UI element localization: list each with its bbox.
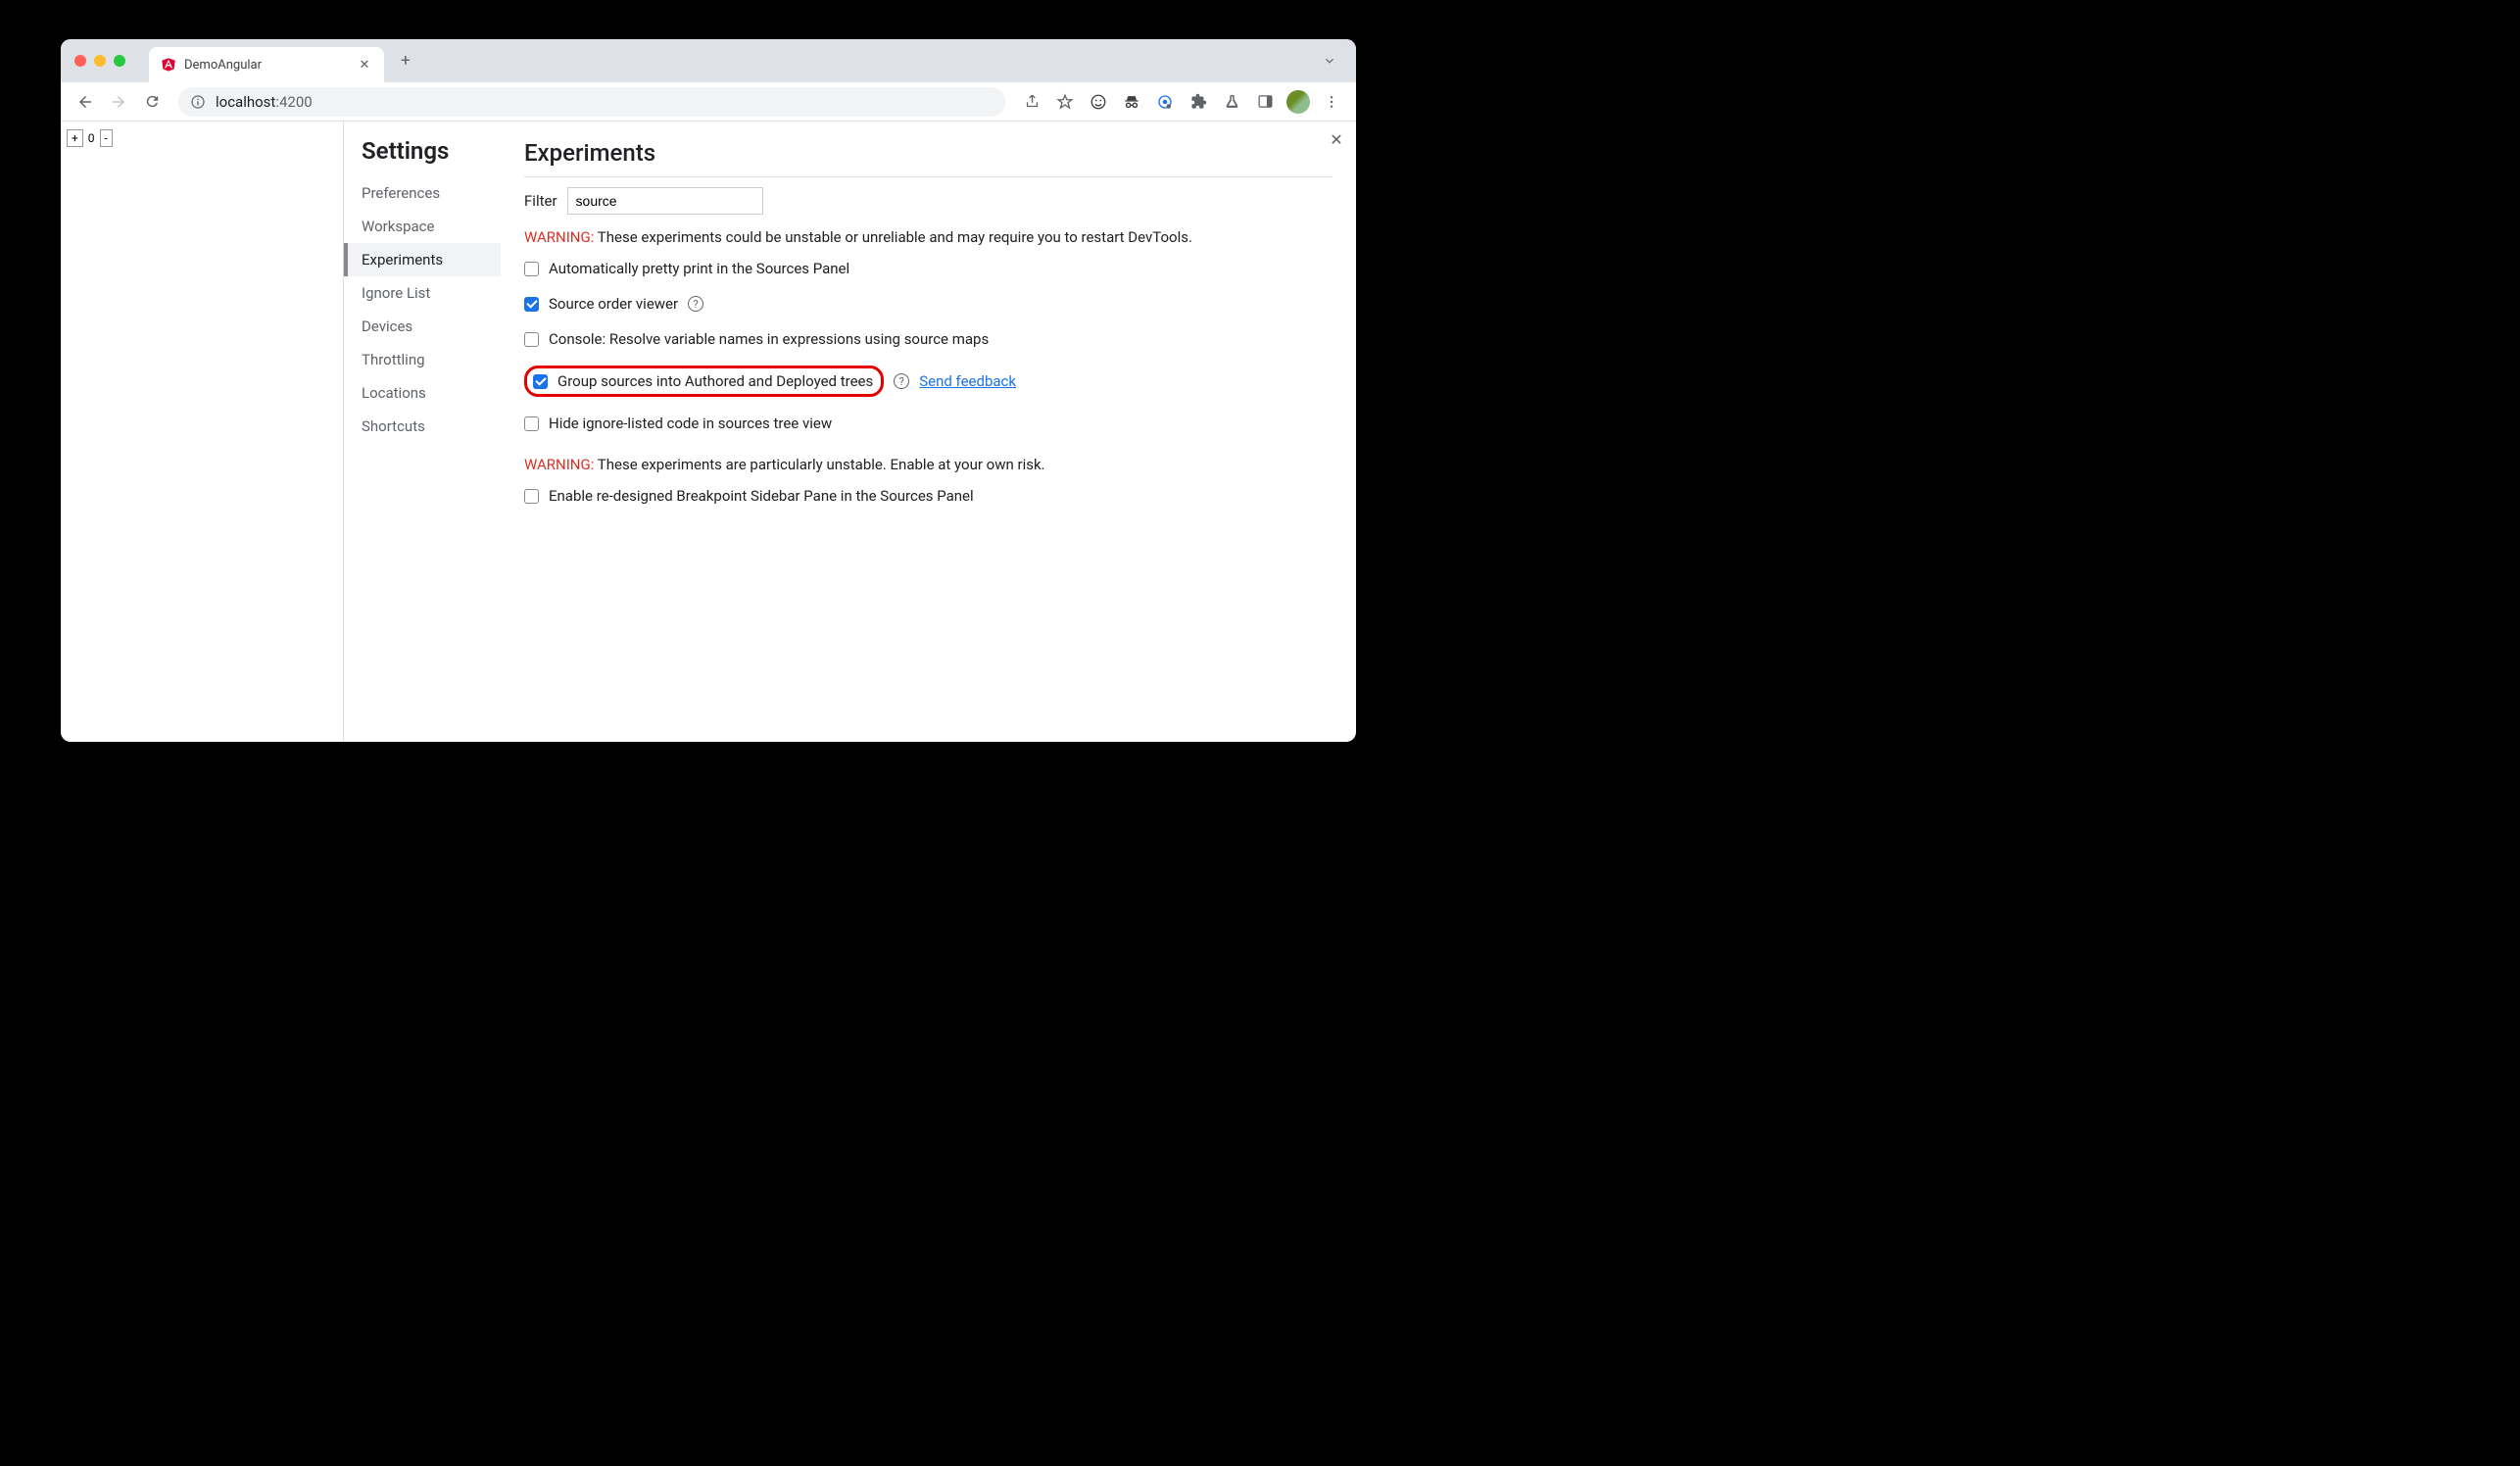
window-close-button[interactable] — [74, 55, 86, 67]
toolbar-actions — [1017, 87, 1346, 117]
checkbox-console-resolve[interactable] — [524, 332, 539, 347]
extension-pin-icon[interactable] — [1150, 87, 1180, 117]
filter-row: Filter — [524, 187, 1333, 215]
settings-sidebar: Settings Preferences Workspace Experimen… — [344, 122, 501, 742]
traffic-lights — [74, 55, 125, 67]
new-tab-button[interactable]: + — [392, 47, 419, 74]
browser-toolbar: localhost:4200 — [61, 82, 1356, 122]
checkbox-hide-ignore[interactable] — [524, 416, 539, 431]
experiment-hide-ignore: Hide ignore-listed code in sources tree … — [524, 415, 1333, 432]
send-feedback-link[interactable]: Send feedback — [919, 372, 1016, 390]
experiment-label: Enable re-designed Breakpoint Sidebar Pa… — [549, 487, 974, 505]
star-icon[interactable] — [1050, 87, 1080, 117]
nav-experiments[interactable]: Experiments — [344, 243, 501, 276]
info-icon — [190, 94, 206, 110]
tab-title: DemoAngular — [184, 58, 349, 73]
experiments-heading: Experiments — [524, 139, 1333, 177]
decrement-button[interactable]: - — [100, 129, 113, 147]
extensions-icon[interactable] — [1184, 87, 1213, 117]
experiment-source-order: Source order viewer ? — [524, 295, 1333, 313]
page-content: + 0 - — [61, 122, 344, 742]
share-icon[interactable] — [1017, 87, 1046, 117]
experiment-group-sources: Group sources into Authored and Deployed… — [524, 366, 1333, 397]
filter-label: Filter — [524, 192, 557, 210]
checkbox-group-sources[interactable] — [533, 374, 548, 389]
profile-avatar[interactable] — [1284, 87, 1313, 117]
settings-title: Settings — [344, 137, 501, 176]
experiment-pretty-print: Automatically pretty print in the Source… — [524, 260, 1333, 277]
counter-value: 0 — [88, 131, 95, 145]
checkbox-source-order[interactable] — [524, 297, 539, 312]
browser-tab[interactable]: DemoAngular ✕ — [149, 47, 384, 82]
experiment-breakpoint-sidebar: Enable re-designed Breakpoint Sidebar Pa… — [524, 487, 1333, 505]
address-bar[interactable]: localhost:4200 — [178, 87, 1005, 117]
nav-preferences[interactable]: Preferences — [344, 176, 501, 210]
back-button[interactable] — [71, 87, 100, 117]
experiment-label: Source order viewer — [549, 295, 678, 313]
chevron-down-icon[interactable] — [1315, 46, 1344, 75]
experiment-label: Group sources into Authored and Deployed… — [557, 372, 873, 390]
extension-smiley-icon[interactable] — [1084, 87, 1113, 117]
nav-devices[interactable]: Devices — [344, 310, 501, 343]
nav-shortcuts[interactable]: Shortcuts — [344, 410, 501, 443]
increment-button[interactable]: + — [67, 129, 83, 147]
warning-text-2: WARNING: These experiments are particula… — [524, 456, 1333, 473]
labs-icon[interactable] — [1217, 87, 1246, 117]
tab-close-button[interactable]: ✕ — [357, 57, 372, 73]
angular-icon — [161, 57, 176, 73]
close-button[interactable]: ✕ — [1327, 129, 1346, 149]
nav-throttling[interactable]: Throttling — [344, 343, 501, 376]
checkbox-pretty-print[interactable] — [524, 262, 539, 276]
reload-button[interactable] — [137, 87, 167, 117]
window-minimize-button[interactable] — [94, 55, 106, 67]
checkbox-breakpoint-sidebar[interactable] — [524, 489, 539, 504]
browser-window: DemoAngular ✕ + localhost:4200 — [61, 39, 1356, 742]
filter-input[interactable] — [567, 187, 763, 215]
nav-locations[interactable]: Locations — [344, 376, 501, 410]
window-maximize-button[interactable] — [114, 55, 125, 67]
help-icon[interactable]: ? — [894, 373, 909, 389]
content-area: + 0 - ✕ Settings Preferences Workspace E… — [61, 122, 1356, 742]
menu-icon[interactable] — [1317, 87, 1346, 117]
experiment-label: Automatically pretty print in the Source… — [549, 260, 849, 277]
url-text: localhost:4200 — [216, 93, 313, 111]
tab-bar: DemoAngular ✕ + — [61, 39, 1356, 82]
extension-incognito-icon[interactable] — [1117, 87, 1146, 117]
nav-ignore-list[interactable]: Ignore List — [344, 276, 501, 310]
settings-main: Experiments Filter WARNING: These experi… — [501, 122, 1356, 742]
nav-workspace[interactable]: Workspace — [344, 210, 501, 243]
help-icon[interactable]: ? — [688, 296, 703, 312]
warning-text-1: WARNING: These experiments could be unst… — [524, 228, 1333, 246]
highlight-annotation: Group sources into Authored and Deployed… — [524, 366, 884, 397]
experiment-console-resolve: Console: Resolve variable names in expre… — [524, 330, 1333, 348]
experiment-label: Console: Resolve variable names in expre… — [549, 330, 989, 348]
side-panel-icon[interactable] — [1250, 87, 1280, 117]
forward-button[interactable] — [104, 87, 133, 117]
devtools-panel: ✕ Settings Preferences Workspace Experim… — [344, 122, 1356, 742]
experiment-label: Hide ignore-listed code in sources tree … — [549, 415, 832, 432]
